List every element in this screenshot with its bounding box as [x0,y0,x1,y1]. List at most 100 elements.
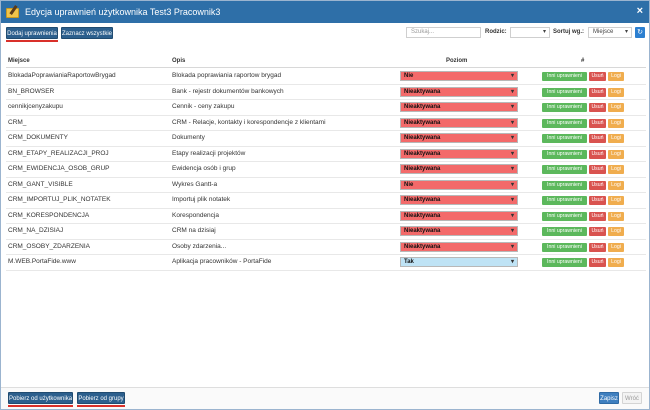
other-permitted-button[interactable]: Inni uprawnieni [542,118,587,128]
row-place: CRM_OSOBY_ZDARZENIA [8,242,90,250]
delete-button[interactable]: Usuń [589,242,606,252]
delete-button[interactable]: Usuń [589,103,606,112]
row-description: Etapy realizacji projektów [172,149,246,157]
logs-button[interactable]: Logi [608,87,624,97]
logs-button[interactable]: Logi [608,227,624,236]
row-description: CRM na dzisiaj [172,227,216,234]
fetch-from-user-button[interactable]: Pobierz od użytkownika [8,392,73,404]
level-select[interactable]: Nieaktywana ▾ [400,241,518,252]
delete-button[interactable]: Usuń [589,149,606,159]
level-select[interactable]: Nieaktywana ▾ [400,210,518,221]
table-row: CRM_OSOBY_ZDARZENIA Osoby zdarzenia... Nie… [6,240,646,255]
delete-button[interactable]: Usuń [589,134,606,143]
level-value: Nieaktywana [404,119,441,126]
row-description: Dokumenty [172,134,205,141]
delete-button[interactable]: Usuń [589,180,606,190]
logs-button[interactable]: Logi [608,196,624,205]
level-select[interactable]: Nieaktywana ▾ [400,133,518,143]
save-button[interactable]: Zapisz [599,392,619,404]
logs-button[interactable]: Logi [608,118,624,128]
logs-button[interactable]: Logi [608,149,624,159]
delete-button[interactable]: Usuń [589,87,606,97]
row-place: M.WEB.PortaFide.www [8,258,76,265]
other-permitted-button[interactable]: Inni uprawnieni [542,72,587,81]
select-all-button[interactable]: Zaznacz wszystkie [61,27,113,39]
parent-select[interactable]: ▾ [510,27,550,38]
fetch-from-group-button[interactable]: Pobierz od grupy [77,392,125,404]
row-description: CRM - Relacje, kontakty i korespondencje… [172,118,326,126]
other-permitted-button[interactable]: Inni uprawnieni [542,149,587,159]
col-header-desc: Opis [172,58,186,64]
level-select[interactable]: Nieaktywana ▾ [400,195,518,205]
other-permitted-button[interactable]: Inni uprawnieni [542,196,587,205]
logs-button[interactable]: Logi [608,103,624,112]
level-select[interactable]: Nieaktywana ▾ [400,117,518,128]
row-place: BlokadaPoprawianiaRaportowBrygad [8,72,116,79]
other-permitted-button[interactable]: Inni uprawnieni [542,165,587,174]
close-icon[interactable]: × [637,5,643,17]
search-input[interactable]: Szukaj... [406,27,481,38]
logs-button[interactable]: Logi [608,258,624,267]
other-permitted-button[interactable]: Inni uprawnieni [542,87,587,97]
chevron-down-icon: ▾ [510,197,514,203]
row-place: BN_BROWSER [8,87,55,95]
table-row: BlokadaPoprawianiaRaportowBrygad Blokada … [6,69,646,85]
chevron-down-icon: ▾ [510,150,514,157]
level-select[interactable]: Nieaktywana ▾ [400,86,518,97]
row-description: Korespondencja [172,211,219,219]
logs-button[interactable]: Logi [608,72,624,81]
delete-button[interactable]: Usuń [589,165,606,174]
logs-button[interactable]: Logi [608,134,624,143]
other-permitted-button[interactable]: Inni uprawnieni [542,134,587,143]
level-value: Tak [404,259,414,265]
other-permitted-button[interactable]: Inni uprawnieni [542,211,587,221]
row-place: CRM_ETAPY_REALIZACJI_PROJ [8,149,109,157]
other-permitted-button[interactable]: Inni uprawnieni [542,227,587,236]
dialog-title: Edycja uprawnień użytkownika Test3 Praco… [25,7,221,17]
refresh-icon[interactable]: ↻ [635,27,645,38]
col-header-actions: # [581,58,585,64]
logs-button[interactable]: Logi [608,165,624,174]
chevron-down-icon: ▾ [510,88,514,95]
chevron-down-icon: ▾ [510,243,514,250]
table-row: CRM_DOKUMENTY Dokumenty Nieaktywana ▾ Inni u… [6,131,646,147]
level-value: Nieaktywana [404,212,441,219]
other-permitted-button[interactable]: Inni uprawnieni [542,103,587,112]
add-permissions-button[interactable]: Dodaj uprawnienia [6,27,58,39]
chevron-down-icon: ▾ [510,166,514,172]
delete-button[interactable]: Usuń [589,227,606,236]
level-select[interactable]: Nie ▾ [400,71,518,81]
delete-button[interactable]: Usuń [589,196,606,205]
level-select[interactable]: Nieaktywana ▾ [400,148,518,159]
level-value: Nieaktywana [404,243,441,250]
table-row: CRM_KORESPONDENCJA Korespondencja Nieaktyw… [6,209,646,224]
other-permitted-button[interactable]: Inni uprawnieni [542,258,587,267]
level-select[interactable]: Nie ▾ [400,179,518,190]
sort-select[interactable]: Miejsce ▾ [588,27,632,38]
permissions-dialog: Edycja uprawnień użytkownika Test3 Praco… [0,0,650,410]
table-row: CRM_ETAPY_REALIZACJI_PROJ Etapy realizacj… [6,147,646,162]
delete-button[interactable]: Usuń [589,118,606,128]
row-description: Importuj plik notatek [172,196,231,203]
col-header-level: Poziom [446,58,468,64]
delete-button[interactable]: Usuń [589,72,606,81]
row-description: Osoby zdarzenia... [172,242,227,250]
chevron-down-icon: ▾ [510,104,514,110]
logs-button[interactable]: Logi [608,211,624,221]
level-select[interactable]: Nieaktywana ▾ [400,226,518,236]
chevron-down-icon: ▾ [542,29,546,35]
row-description: Cennik - ceny zakupu [172,103,235,110]
back-button[interactable]: Wróć [622,392,642,404]
delete-button[interactable]: Usuń [589,258,606,267]
level-select[interactable]: Tak ▾ [400,257,518,267]
level-value: Nieaktywana [404,150,441,157]
level-select[interactable]: Nieaktywana ▾ [400,164,518,174]
other-permitted-button[interactable]: Inni uprawnieni [542,242,587,252]
table-row: cennikjcenyzakupu Cennik - ceny zakupu Nie… [6,100,646,116]
delete-button[interactable]: Usuń [589,211,606,221]
logs-button[interactable]: Logi [608,180,624,190]
logs-button[interactable]: Logi [608,242,624,252]
level-select[interactable]: Nieaktywana ▾ [400,102,518,112]
footer-bar: Pobierz od użytkownika Pobierz od grupy … [1,387,649,409]
other-permitted-button[interactable]: Inni uprawnieni [542,180,587,190]
